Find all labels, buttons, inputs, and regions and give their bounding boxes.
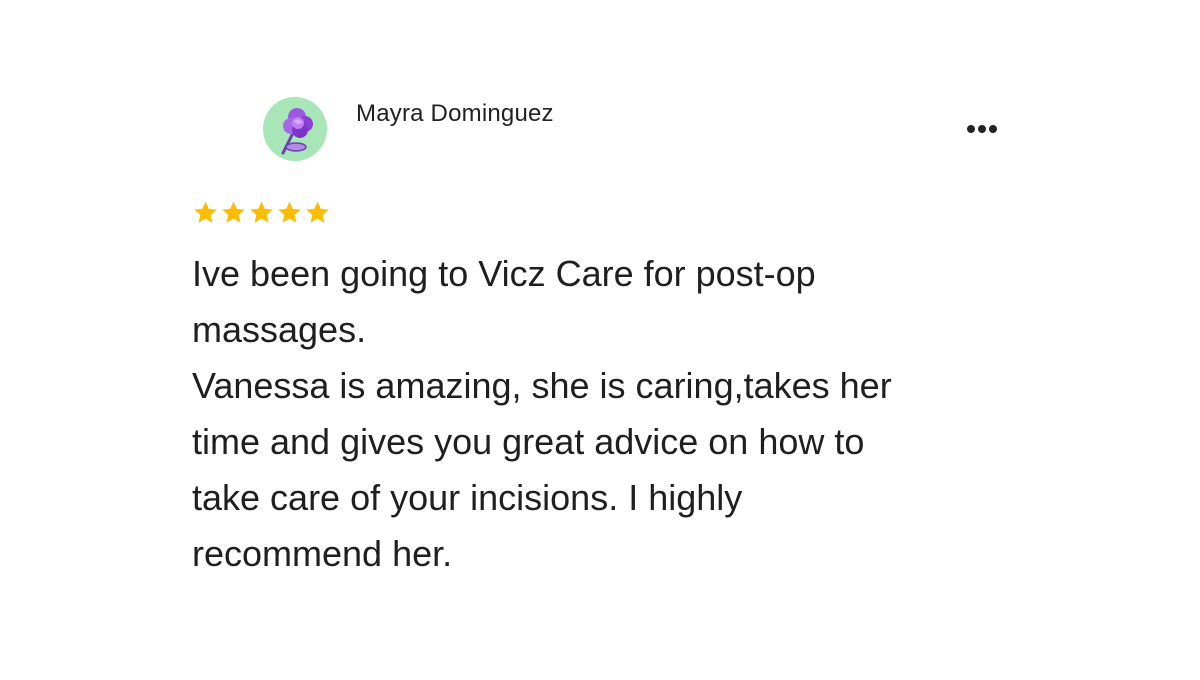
star-icon <box>306 201 329 223</box>
star-rating <box>192 199 331 226</box>
flower-avatar-icon <box>263 97 327 161</box>
more-options-icon <box>967 125 997 133</box>
avatar[interactable] <box>263 97 327 161</box>
star-icon <box>278 201 301 223</box>
review-line: recommend her. <box>192 533 453 574</box>
star-icon <box>250 201 273 223</box>
review-line: Vanessa is amazing, she is caring,takes … <box>192 365 892 406</box>
star-icon <box>222 201 245 223</box>
star-icon <box>194 201 217 223</box>
review-text: Ive been going to Vicz Care for post-op … <box>192 246 1012 582</box>
reviewer-name[interactable]: Mayra Dominguez <box>356 100 554 128</box>
review-line: time and gives you great advice on how t… <box>192 421 865 462</box>
review-line: Ive been going to Vicz Care for post-op <box>192 253 816 294</box>
review-line: massages. <box>192 309 367 350</box>
more-options-button[interactable] <box>958 114 1006 144</box>
review-line: take care of your incisions. I highly <box>192 477 743 518</box>
review-card: Mayra Dominguez Ive been going to Vicz C… <box>0 0 1200 680</box>
